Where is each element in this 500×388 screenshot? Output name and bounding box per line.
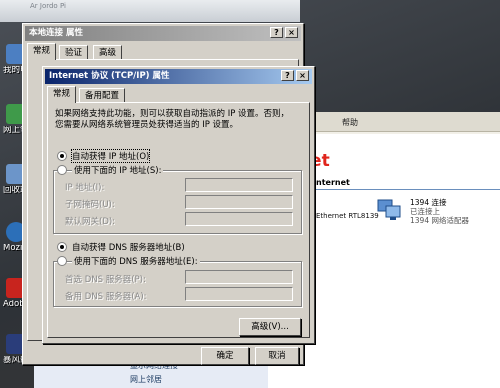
radio-ip-auto[interactable]	[57, 151, 67, 161]
tcpip-properties-dialog: Internet 协议 (TCP/IP) 属性 ? × 常规 备用配置 如果网络…	[42, 66, 315, 344]
tab-advanced[interactable]: 高级	[93, 45, 123, 60]
ok-button[interactable]: 确定	[201, 347, 249, 365]
dns-manual-label[interactable]: 使用下面的 DNS 服务器地址(E):	[72, 255, 200, 267]
subnet-mask-label: 子网掩码(U):	[65, 200, 115, 210]
radio-ip-manual[interactable]	[57, 165, 67, 175]
network-connection-icon[interactable]	[376, 198, 402, 222]
connection-info[interactable]: 1394 连接 已连接上 1394 网络适配器	[410, 198, 469, 225]
section-header: nternet	[316, 178, 350, 187]
taskbar-strip: Ar Jordo Pi	[0, 0, 300, 22]
tab-general[interactable]: 常规	[47, 86, 77, 103]
tab-general[interactable]: 常规	[27, 43, 57, 60]
alternate-dns-field[interactable]	[185, 287, 293, 301]
connection-name: 1394 连接	[410, 198, 447, 207]
strip-text: Ar Jordo Pi	[30, 2, 66, 10]
ip-address-label: IP 地址(I):	[65, 183, 105, 193]
ip-auto-label[interactable]: 自动获得 IP 地址(O)	[70, 149, 151, 163]
connection-status: 已连接上	[410, 207, 440, 216]
description-line: 如果网络支持此功能，则可以获取自动指派的 IP 设置。否则，	[55, 109, 290, 119]
radio-dns-manual[interactable]	[57, 256, 67, 266]
tab-alternate-config[interactable]: 备用配置	[79, 88, 126, 103]
help-button[interactable]: ?	[281, 70, 294, 81]
cancel-button[interactable]: 取消	[255, 347, 299, 365]
outer-title: 本地连接 属性	[29, 28, 83, 38]
section-divider	[316, 189, 500, 190]
subnet-mask-field[interactable]	[185, 195, 293, 209]
description-line: 您需要从网络系统管理员处获得适当的 IP 设置。	[55, 120, 239, 130]
preferred-dns-field[interactable]	[185, 270, 293, 284]
outer-titlebar[interactable]: 本地连接 属性	[25, 26, 301, 41]
ip-manual-label[interactable]: 使用下面的 IP 地址(S):	[72, 164, 164, 176]
task-network-places[interactable]: 网上邻居	[130, 374, 162, 385]
default-gateway-label: 默认网关(D):	[65, 217, 116, 227]
close-button[interactable]: ×	[285, 27, 298, 38]
alternate-dns-label: 备用 DNS 服务器(A):	[65, 292, 147, 302]
advanced-button[interactable]: 高级(V)...	[239, 318, 301, 336]
connection-device: 1394 网络适配器	[410, 216, 469, 225]
nic-description: Ethernet RTL8139	[316, 212, 379, 220]
close-button[interactable]: ×	[296, 70, 309, 81]
tab-authentication[interactable]: 验证	[59, 45, 89, 60]
preferred-dns-label: 首选 DNS 服务器(P):	[65, 275, 146, 285]
dns-auto-label[interactable]: 自动获得 DNS 服务器地址(B)	[72, 241, 185, 253]
default-gateway-field[interactable]	[185, 212, 293, 226]
inner-title: Internet 协议 (TCP/IP) 属性	[49, 71, 170, 81]
description-text: 如果网络支持此功能，则可以获取自动指派的 IP 设置。否则， 您需要从网络系统管…	[55, 109, 289, 131]
inner-titlebar[interactable]: Internet 协议 (TCP/IP) 属性	[45, 69, 312, 84]
radio-dns-auto[interactable]	[57, 242, 67, 252]
ip-address-field[interactable]	[185, 178, 293, 192]
help-button[interactable]: ?	[270, 27, 283, 38]
